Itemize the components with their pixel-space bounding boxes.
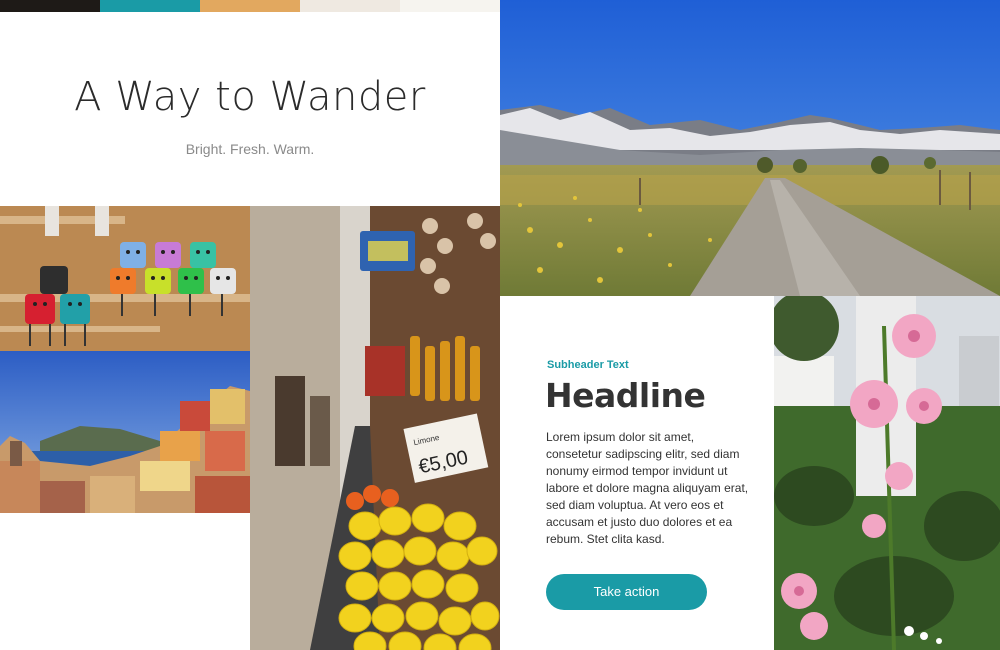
coastal-village-photo	[0, 351, 250, 513]
palette-swatch-5	[400, 0, 500, 12]
site-title: A Way to Wander	[74, 74, 426, 120]
color-palette	[0, 0, 500, 12]
card-headline: Headline	[545, 376, 706, 415]
take-action-button[interactable]: Take action	[546, 574, 707, 610]
card-body: Lorem ipsum dolor sit amet, consetetur s…	[546, 430, 749, 546]
hollyhock-flowers-photo	[774, 296, 1000, 650]
palette-swatch-4	[300, 0, 400, 12]
mountain-road-photo	[500, 0, 1000, 296]
tagline: Bright. Fresh. Warm.	[185, 141, 315, 157]
palette-swatch-1	[0, 0, 100, 12]
market-alley-photo: Limone €5,00	[250, 206, 500, 650]
card-subheader: Subheader Text	[547, 359, 629, 371]
toy-robots-photo	[0, 206, 250, 351]
palette-swatch-2	[100, 0, 200, 12]
title-block: A Way to Wander Bright. Fresh. Warm.	[0, 12, 500, 206]
feature-card: Subheader Text Headline Lorem ipsum dolo…	[500, 296, 774, 650]
palette-swatch-3	[200, 0, 300, 12]
